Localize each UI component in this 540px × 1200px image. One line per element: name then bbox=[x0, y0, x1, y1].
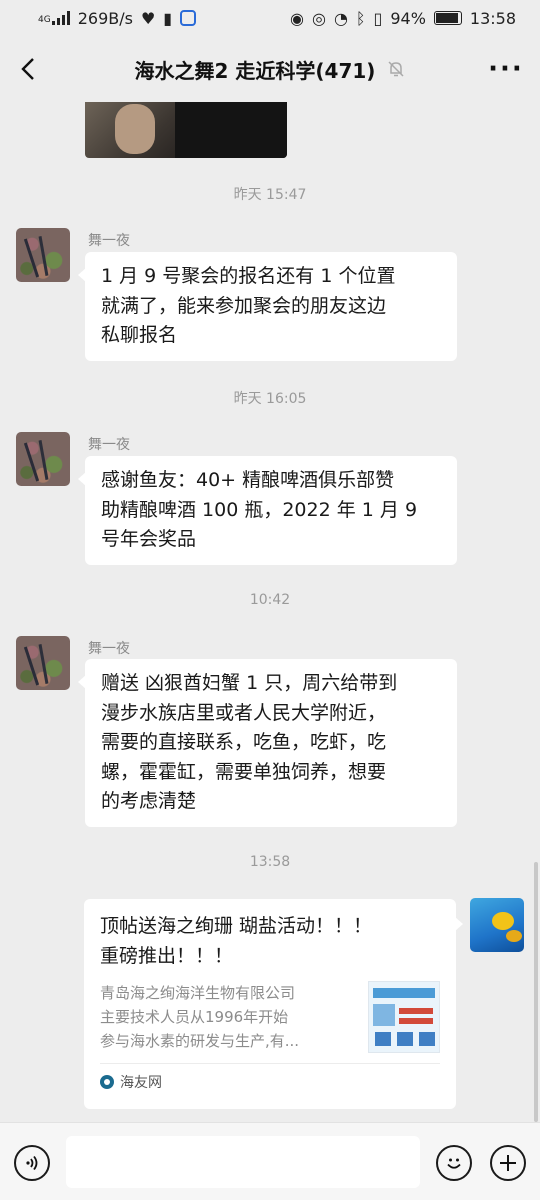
link-desc-line: 青岛海之绚海洋生物有限公司 bbox=[100, 984, 296, 1002]
link-title-line: 重磅推出！！！ bbox=[100, 945, 234, 967]
plus-button[interactable] bbox=[490, 1145, 526, 1181]
message-line: 私聊报名 bbox=[101, 324, 178, 346]
chat-title: 海水之舞2 走近科学(471) bbox=[134, 58, 376, 83]
signal-icon: 4G bbox=[38, 11, 70, 25]
link-thumbnail bbox=[368, 981, 440, 1053]
battery-percent: 94% bbox=[390, 8, 426, 28]
link-desc-line: 主要技术人员从1996年开始 bbox=[100, 1008, 289, 1026]
sender-name: 舞一夜 bbox=[88, 641, 130, 657]
network-type: 4G bbox=[38, 15, 51, 25]
link-desc-line: 参与海水素的研发与生产,有... bbox=[100, 1032, 300, 1050]
chat-header: 海水之舞2 走近科学(471) ··· bbox=[0, 36, 540, 102]
battery-icon bbox=[433, 11, 462, 25]
source-logo-icon bbox=[100, 1075, 114, 1089]
avatar[interactable] bbox=[16, 228, 70, 282]
message-line: 1 月 9 号聚会的报名还有 1 个位置 bbox=[101, 265, 396, 287]
status-time: 13:58 bbox=[469, 8, 516, 28]
voice-button[interactable] bbox=[14, 1145, 50, 1181]
link-title-line: 顶帖送海之绚珊 瑚盐活动！！！ bbox=[100, 915, 373, 937]
link-description: 青岛海之绚海洋生物有限公司 主要技术人员从1996年开始 参与海水素的研发与生产… bbox=[100, 981, 358, 1053]
link-title: 顶帖送海之绚珊 瑚盐活动！！！ 重磅推出！！！ bbox=[100, 911, 436, 971]
sim-icon: ▮ bbox=[163, 8, 173, 28]
timestamp: 昨天 15:47 bbox=[233, 187, 307, 203]
eye-icon: ◎ bbox=[311, 8, 326, 28]
back-button[interactable] bbox=[12, 53, 44, 85]
link-source: 海友网 bbox=[120, 1075, 162, 1091]
my-avatar[interactable] bbox=[470, 898, 524, 952]
message-input[interactable] bbox=[66, 1136, 420, 1188]
image-message[interactable] bbox=[85, 102, 287, 158]
scrollbar[interactable] bbox=[534, 862, 538, 1122]
bluetooth-icon: ᛒ bbox=[355, 8, 366, 28]
message-bubble[interactable]: 感谢鱼友：40+ 精酿啤酒俱乐部赞 助精酿啤酒 100 瓶，2022 年 1 月… bbox=[78, 456, 457, 565]
emoji-icon bbox=[447, 1158, 461, 1169]
timestamp: 10:42 bbox=[249, 592, 291, 608]
sender-name: 舞一夜 bbox=[88, 437, 130, 453]
chevron-left-icon bbox=[21, 58, 34, 80]
bell-off-icon bbox=[388, 61, 404, 77]
message-list[interactable]: 昨天 15:47 舞一夜 1 月 9 号聚会的报名还有 1 个位置 就满了，能来… bbox=[0, 102, 540, 1122]
message-line: 需要的直接联系，吃鱼，吃虾，吃 bbox=[101, 731, 387, 753]
message-line: 助精酿啤酒 100 瓶，2022 年 1 月 9 bbox=[101, 498, 418, 521]
input-bar bbox=[0, 1122, 540, 1200]
emoji-button[interactable] bbox=[436, 1145, 472, 1181]
message-line: 的考虑清楚 bbox=[101, 790, 197, 812]
avatar[interactable] bbox=[16, 636, 70, 690]
message-line: 就满了，能来参加聚会的朋友这边 bbox=[101, 294, 387, 317]
status-bar: 4G 269B/s ♥ ▮ ◉ ◎ ◔ ᛒ ▯ 94% 13:58 bbox=[0, 0, 540, 36]
message-line: 漫步水族店里或者人民大学附近， bbox=[101, 701, 387, 724]
sender-name: 舞一夜 bbox=[88, 233, 130, 249]
message-line: 感谢鱼友：40+ 精酿啤酒俱乐部赞 bbox=[101, 469, 395, 491]
message-bubble[interactable]: 赠送 凶狠酋妇蟹 1 只，周六给带到 漫步水族店里或者人民大学附近， 需要的直接… bbox=[78, 659, 457, 827]
heart-icon: ♥ bbox=[140, 8, 156, 28]
more-dots-icon: ··· bbox=[488, 54, 524, 84]
voice-icon bbox=[26, 1155, 38, 1171]
nfc-icon: ◉ bbox=[290, 8, 304, 28]
alarm-icon: ◔ bbox=[333, 8, 348, 28]
timestamp: 昨天 16:05 bbox=[233, 391, 307, 407]
message-bubble[interactable]: 1 月 9 号聚会的报名还有 1 个位置 就满了，能来参加聚会的朋友这边 私聊报… bbox=[78, 252, 457, 361]
avatar[interactable] bbox=[16, 432, 70, 486]
plus-icon bbox=[500, 1155, 516, 1171]
message-line: 号年会奖品 bbox=[101, 528, 197, 550]
timestamp: 13:58 bbox=[249, 854, 291, 870]
message-line: 赠送 凶狠酋妇蟹 1 只，周六给带到 bbox=[101, 672, 398, 694]
app-notification-icon bbox=[180, 10, 197, 26]
more-button[interactable]: ··· bbox=[484, 54, 528, 84]
message-line: 螺，霍霍缸，需要单独饲养，想要 bbox=[101, 760, 387, 783]
vibrate-icon: ▯ bbox=[373, 8, 383, 28]
link-card[interactable]: 顶帖送海之绚珊 瑚盐活动！！！ 重磅推出！！！ 青岛海之绚海洋生物有限公司 主要… bbox=[84, 899, 463, 1109]
network-speed: 269B/s bbox=[77, 8, 133, 28]
